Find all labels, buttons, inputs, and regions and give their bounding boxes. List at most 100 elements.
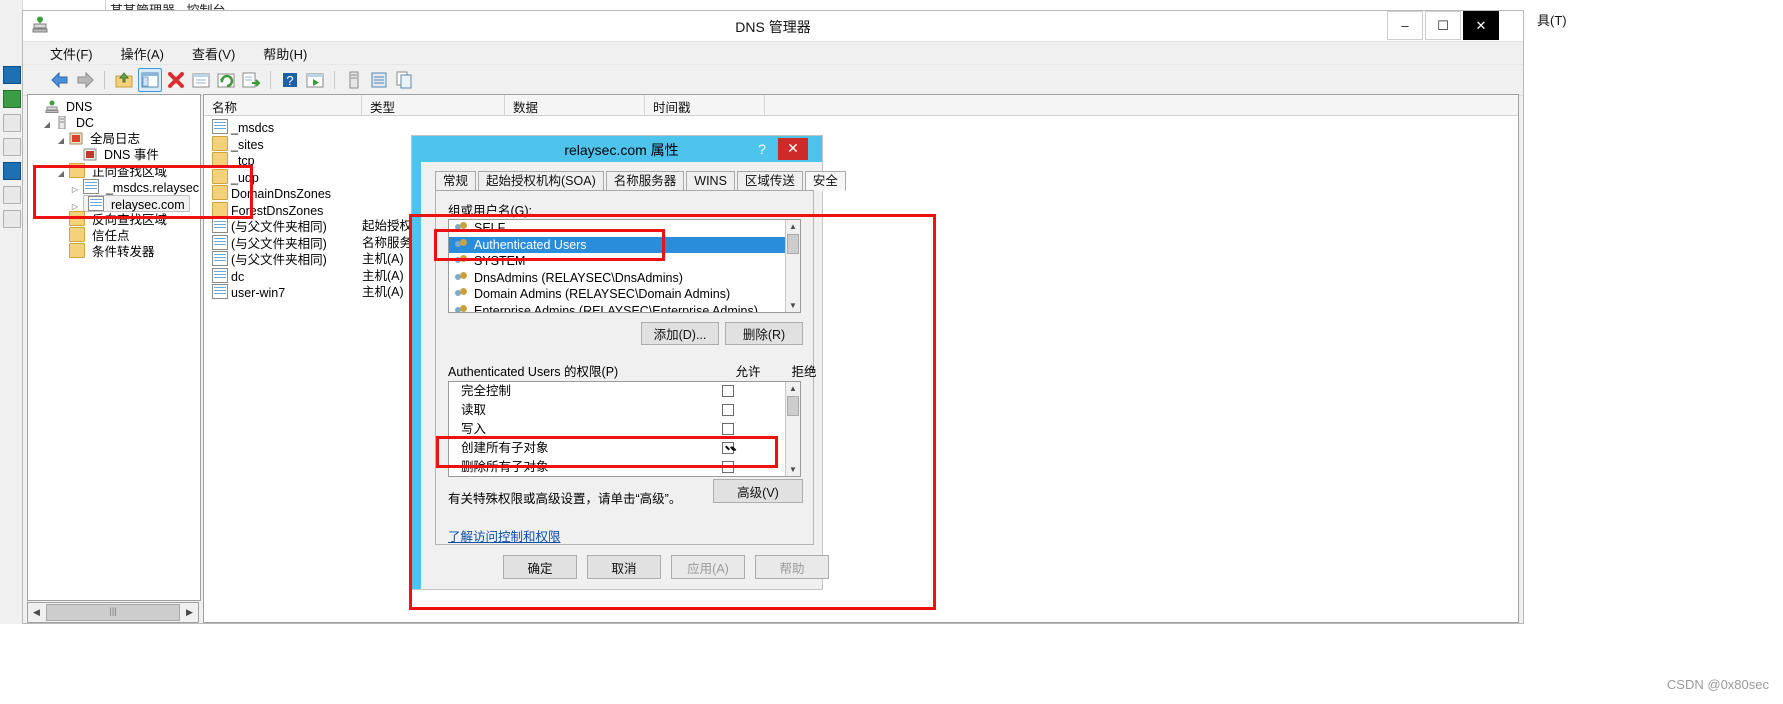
tab-name-servers[interactable]: 名称服务器	[605, 171, 685, 191]
tree-item-trust-points[interactable]: 信任点	[32, 227, 200, 243]
help-button[interactable]: 帮助	[755, 555, 829, 579]
export-list-icon[interactable]	[240, 69, 262, 91]
scroll-thumb[interactable]	[787, 396, 799, 416]
table-row[interactable]: dc 主机(A)	[204, 267, 1518, 285]
allow-checkbox[interactable]	[722, 461, 734, 473]
table-row[interactable]: _sites	[204, 135, 1518, 153]
tab-zone-transfers[interactable]: 区域传送	[736, 171, 803, 191]
tree-item-selected-wrapper[interactable]: relaysec.com	[83, 195, 190, 212]
permission-row[interactable]: 写入	[449, 420, 800, 439]
cancel-button[interactable]: 取消	[587, 555, 661, 579]
remove-button[interactable]: 删除(R)	[725, 322, 803, 345]
add-button[interactable]: 添加(D)...	[641, 322, 719, 345]
permission-row[interactable]: 完全控制	[449, 382, 800, 401]
help-icon[interactable]: ?	[279, 69, 301, 91]
scroll-right-button[interactable]: ▶	[181, 603, 198, 622]
permissions-scrollbar[interactable]: ▲ ▼	[785, 382, 800, 476]
taskbar-icon-1[interactable]	[3, 66, 21, 84]
help-icon[interactable]: ?	[750, 138, 774, 160]
delete-icon[interactable]	[165, 69, 187, 91]
tree-item-forward-lookup-zones[interactable]: ◢ 正向查找区域	[32, 163, 200, 179]
tab-security[interactable]: 安全	[804, 171, 846, 191]
allow-checkbox[interactable]	[722, 385, 734, 397]
copy-icon[interactable]	[393, 69, 415, 91]
menu-action[interactable]: 操作(A)	[118, 43, 167, 64]
chevron-down-icon[interactable]: ▼	[786, 463, 800, 476]
column-header-name[interactable]: 名称	[204, 95, 362, 115]
list-item[interactable]: Domain Admins (RELAYSEC\Domain Admins)	[449, 286, 800, 303]
tab-general[interactable]: 常规	[435, 171, 477, 191]
scroll-left-button[interactable]: ◀	[28, 603, 45, 622]
acl-listbox[interactable]: SELF Authenticated Users SYSTEM DnsAdmin…	[448, 219, 801, 313]
tab-wins[interactable]: WINS	[686, 171, 735, 191]
scroll-thumb[interactable]: |||	[46, 604, 180, 621]
tree-item-conditional-forwarders[interactable]: 条件转发器	[32, 243, 200, 259]
records-list[interactable]: 名称 类型 数据 时间戳 _msdcs _sites _tcp _udp Dom…	[203, 94, 1519, 623]
tree-item-relaysec-zone[interactable]: ▷ relaysec.com	[32, 195, 200, 212]
advanced-button[interactable]: 高级(V)	[713, 479, 803, 503]
up-folder-icon[interactable]	[113, 69, 135, 91]
taskbar-icon-7[interactable]	[3, 210, 21, 228]
apply-button[interactable]: 应用(A)	[671, 555, 745, 579]
list-icon[interactable]	[368, 69, 390, 91]
refresh-icon[interactable]	[215, 69, 237, 91]
show-hide-tree-icon[interactable]	[138, 68, 162, 92]
taskbar-icon-2[interactable]	[3, 90, 21, 108]
tree-item-dc[interactable]: ◢ DC	[32, 115, 200, 131]
table-row[interactable]: _msdcs	[204, 119, 1518, 136]
acl-scrollbar[interactable]: ▲ ▼	[785, 220, 800, 312]
menu-help[interactable]: 帮助(H)	[260, 43, 310, 64]
permission-row[interactable]: 创建所有子对象	[449, 439, 800, 458]
table-row[interactable]: _udp	[204, 168, 1518, 186]
taskbar-icon-5[interactable]	[3, 162, 21, 180]
allow-checkbox[interactable]	[722, 442, 734, 454]
table-row[interactable]: ForestDnsZones	[204, 201, 1518, 219]
table-row[interactable]: (与父文件夹相同) 主机(A)	[204, 251, 1518, 268]
permission-row[interactable]: 读取	[449, 401, 800, 420]
chevron-up-icon[interactable]: ▲	[786, 220, 800, 233]
server-icon[interactable]	[343, 69, 365, 91]
tree-item-global-logs[interactable]: ◢ 全局日志	[32, 131, 200, 147]
table-row[interactable]: user-win7 主机(A)	[204, 284, 1518, 301]
tab-soa[interactable]: 起始授权机构(SOA)	[478, 171, 604, 191]
table-row[interactable]: _tcp	[204, 152, 1518, 169]
list-item[interactable]: SELF	[449, 220, 800, 237]
run-icon[interactable]	[304, 69, 326, 91]
list-item[interactable]: SYSTEM	[449, 253, 800, 270]
scroll-thumb[interactable]	[787, 234, 799, 254]
tree-item-reverse-lookup-zones[interactable]: 反向查找区域	[32, 211, 200, 227]
list-item[interactable]: Authenticated Users	[449, 236, 800, 253]
column-header-data[interactable]: 数据	[505, 95, 645, 115]
close-button[interactable]: ✕	[1463, 11, 1499, 40]
column-header-type[interactable]: 类型	[362, 95, 505, 115]
taskbar-icon-3[interactable]	[3, 114, 21, 132]
chevron-down-icon[interactable]: ▼	[786, 299, 800, 312]
tree-horizontal-scrollbar[interactable]: ◀ ||| ▶	[27, 602, 199, 623]
allow-checkbox[interactable]	[722, 404, 734, 416]
column-header-timestamp[interactable]: 时间戳	[645, 95, 765, 115]
list-item[interactable]: DnsAdmins (RELAYSEC\DnsAdmins)	[449, 270, 800, 287]
table-row[interactable]: (与父文件夹相同)起始授权机构(SOA)	[204, 218, 1518, 235]
close-icon[interactable]: ✕	[778, 138, 808, 160]
back-icon[interactable]	[49, 69, 71, 91]
permissions-listbox[interactable]: 完全控制 读取 写入 创建所有子对象 删除所有子对象 ▲ ▼	[448, 381, 801, 477]
menu-file[interactable]: 文件(F)	[47, 43, 96, 64]
tree-item-msdcs-zone[interactable]: ▷ _msdcs.relaysec.com	[32, 179, 200, 195]
tree-item-dns[interactable]: DNS	[32, 99, 200, 115]
permission-row[interactable]: 删除所有子对象	[449, 458, 800, 476]
taskbar-icon-6[interactable]	[3, 186, 21, 204]
menu-view[interactable]: 查看(V)	[189, 43, 238, 64]
allow-checkbox[interactable]	[722, 423, 734, 435]
chevron-up-icon[interactable]: ▲	[786, 382, 800, 395]
console-tree[interactable]: DNS ◢ DC ◢ 全局日志 DNS 事件 ◢ 正向查找区域 ▷ _msdcs…	[27, 94, 201, 601]
taskbar-icon-4[interactable]	[3, 138, 21, 156]
maximize-button[interactable]: ☐	[1425, 11, 1461, 40]
table-row[interactable]: DomainDnsZones	[204, 185, 1518, 202]
learn-access-control-link[interactable]: 了解访问控制和权限	[448, 526, 561, 545]
list-item[interactable]: Enterprise Admins (RELAYSEC\Enterprise A…	[449, 303, 800, 312]
forward-icon[interactable]	[74, 69, 96, 91]
tree-item-dns-events[interactable]: DNS 事件	[32, 147, 200, 163]
minimize-button[interactable]: –	[1387, 11, 1423, 40]
ok-button[interactable]: 确定	[503, 555, 577, 579]
properties-icon[interactable]	[190, 69, 212, 91]
